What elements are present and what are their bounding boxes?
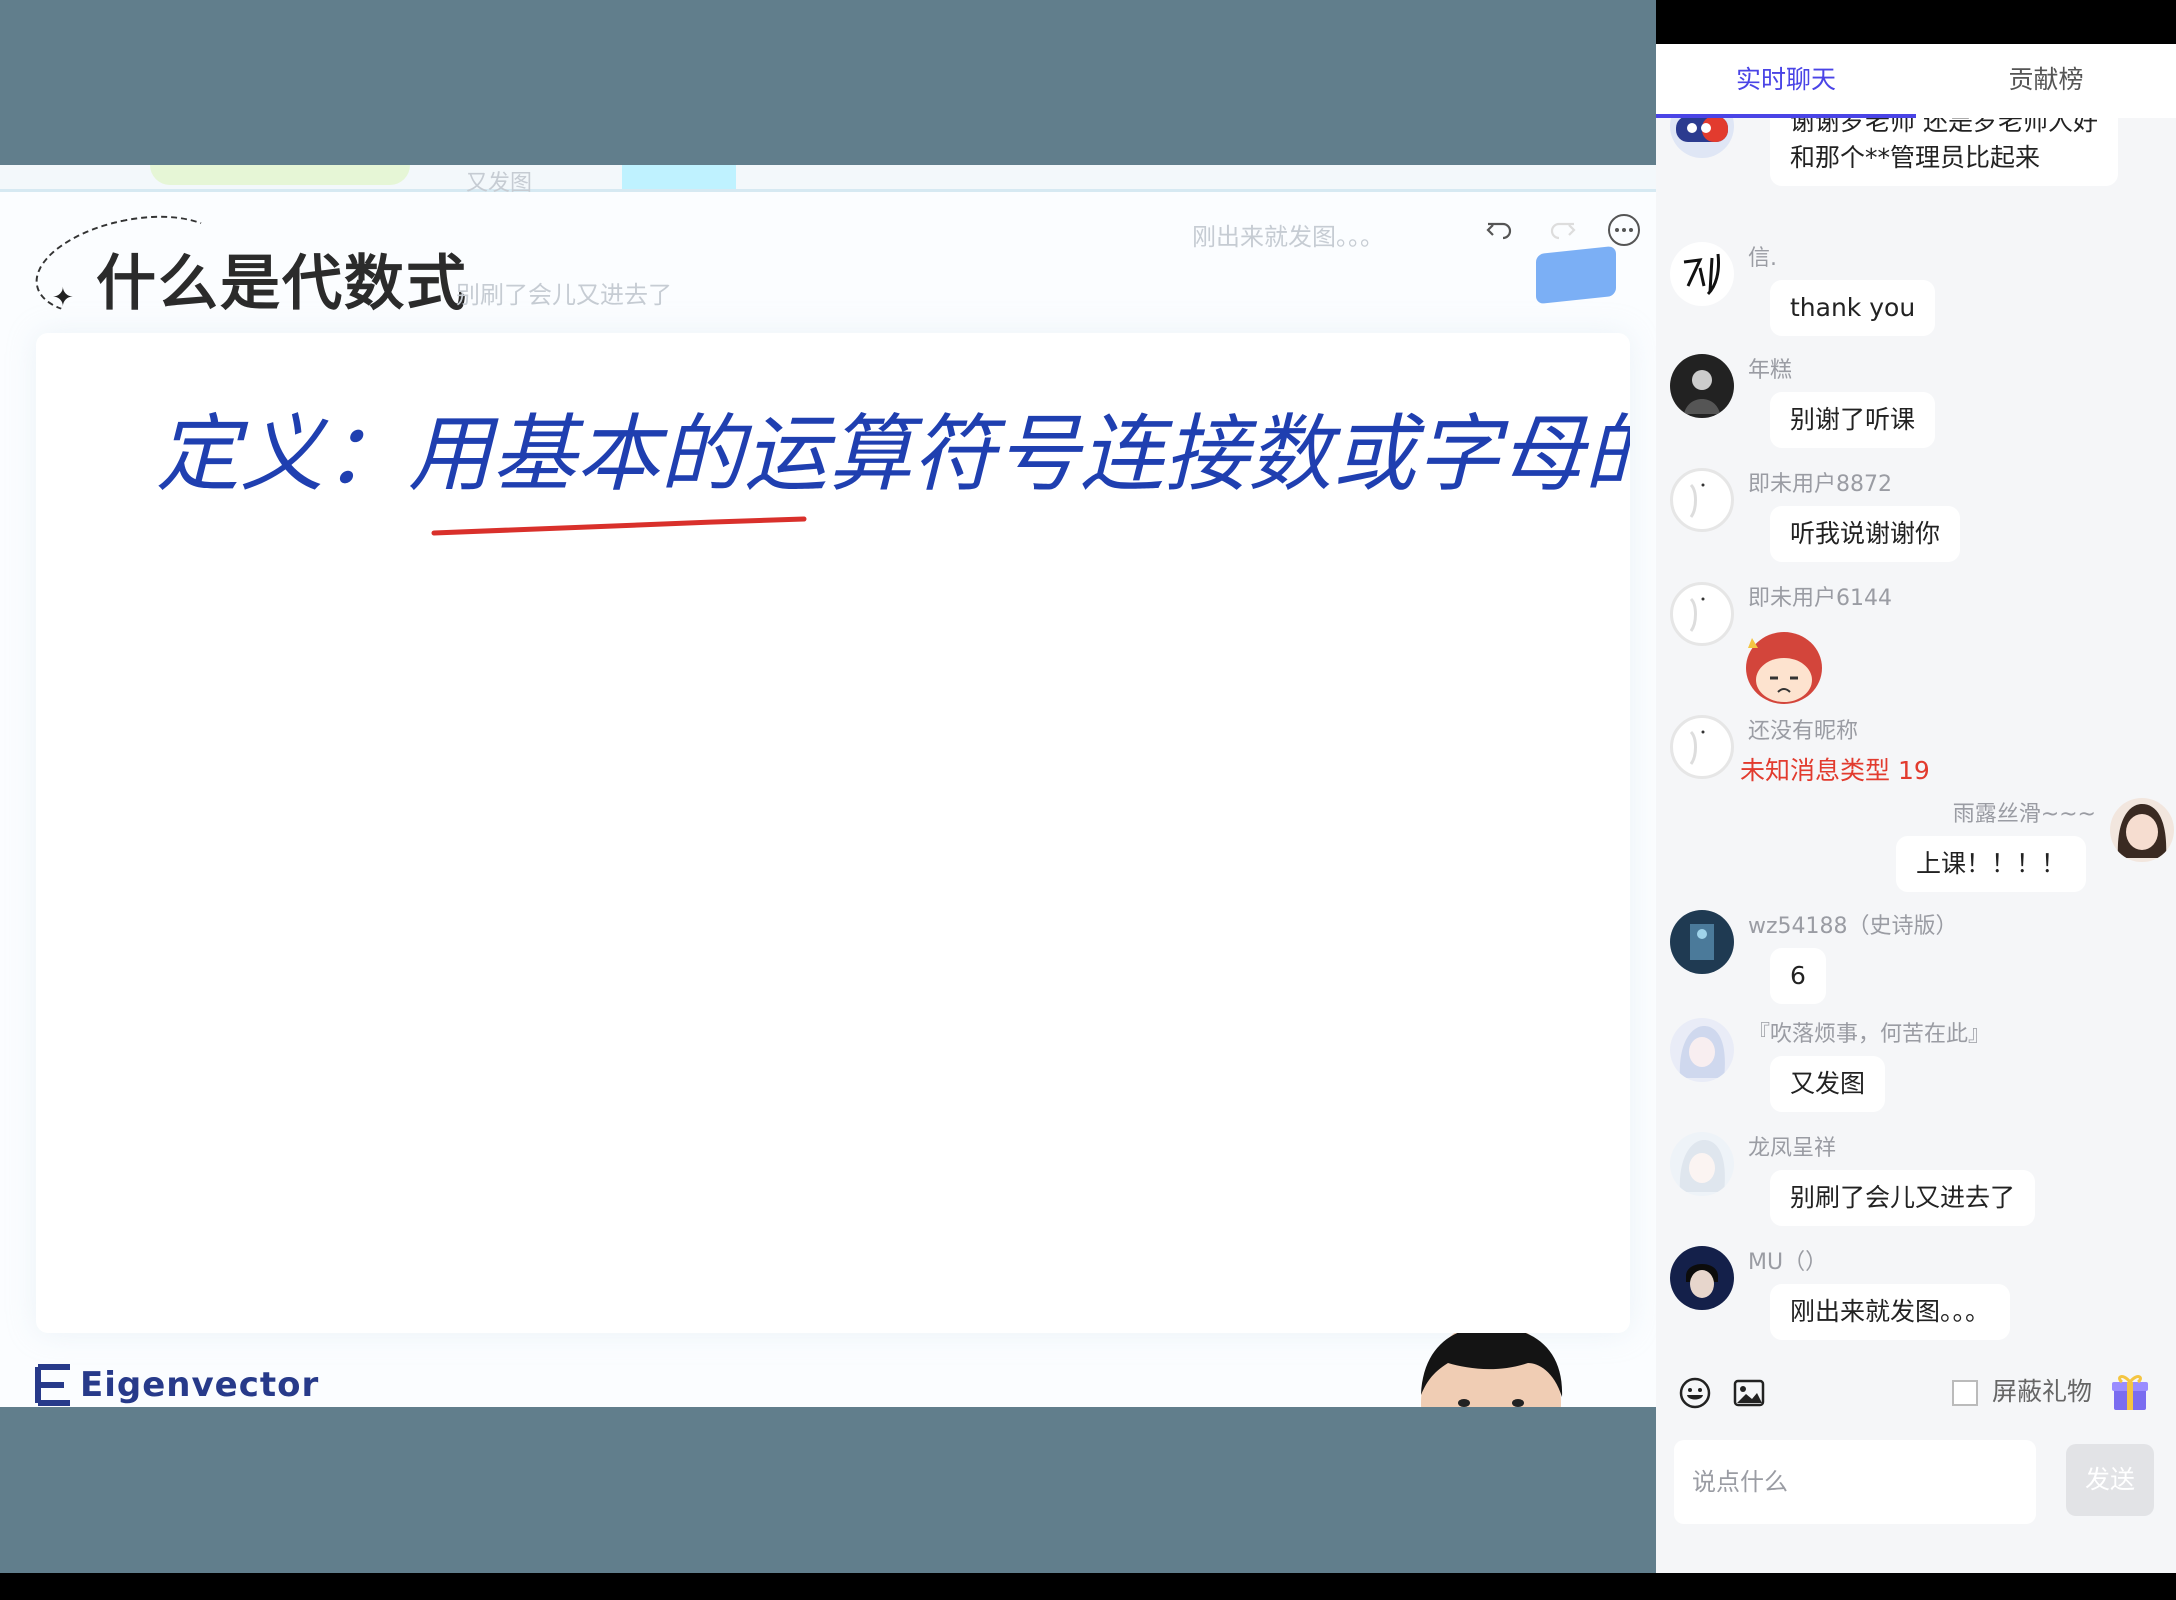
block-gifts-label: 屏蔽礼物: [1992, 1377, 2093, 1406]
emoji-button[interactable]: [1678, 1376, 1712, 1414]
avatar[interactable]: [2110, 798, 2174, 862]
red-underline: [431, 516, 807, 536]
message-bubble: 刚出来就发图。。。: [1770, 1284, 2011, 1340]
handwriting-text: 定义：用基本的运算符号连接数或字母的式子.: [156, 405, 1630, 503]
teacher-camera: [1328, 1333, 1656, 1407]
lecture-slide: 又发图 ✦ 什么是代数式 别刷了会儿又进去了 刚出来就发图。。。 定义：用基本的…: [0, 165, 1656, 1407]
chat-composer: 屏蔽礼物 发送: [1656, 1358, 2176, 1573]
logo-icon: [35, 1364, 70, 1406]
username: wz54188（史诗版）: [1748, 914, 1958, 939]
ghost-danmaku: 刚出来就发图。。。: [1192, 223, 1384, 251]
message-bubble: 别谢了听课: [1770, 392, 1936, 448]
message-bubble: 上课！！！！: [1895, 836, 2086, 892]
tab-contribution-rank[interactable]: 贡献榜: [1916, 44, 2176, 118]
message-bubble: 谢谢罗老师 还是罗老师人好 和那个**管理员比起来: [1770, 118, 2118, 186]
avatar[interactable]: [1670, 354, 1734, 418]
avatar[interactable]: [1670, 715, 1734, 779]
tab-live-chat[interactable]: 实时聊天: [1656, 44, 1916, 118]
bottom-bar: [0, 1573, 2176, 1600]
avatar[interactable]: [1670, 242, 1734, 306]
ghost-danmaku: 又发图: [466, 171, 533, 196]
username: 还没有昵称: [1748, 719, 1859, 744]
sparkle-icon: ✦: [52, 283, 74, 313]
redo-icon: [1550, 222, 1576, 240]
slide-title: 什么是代数式: [96, 249, 468, 319]
username: MU（）: [1748, 1250, 1828, 1275]
more-button[interactable]: [1602, 208, 1646, 252]
avatar[interactable]: [1670, 1246, 1734, 1310]
avatar[interactable]: [1670, 1018, 1734, 1082]
ghost-danmaku: 别刷了会儿又进去了: [456, 281, 672, 309]
image-icon: [1733, 1379, 1765, 1407]
username: 龙凤呈祥: [1748, 1136, 1837, 1161]
redo-button[interactable]: [1540, 208, 1584, 252]
username: 『吹落烦事，何苦在此』: [1748, 1022, 1991, 1047]
block-gifts-checkbox[interactable]: [1952, 1380, 1978, 1406]
board-toolbar: [1460, 207, 1646, 253]
message-bubble: 6: [1770, 948, 1826, 1004]
system-message: 未知消息类型 19: [1740, 756, 1930, 785]
image-button[interactable]: [1732, 1376, 1766, 1414]
avatar[interactable]: [1670, 910, 1734, 974]
gift-button[interactable]: [2108, 1370, 2152, 1418]
send-button[interactable]: 发送: [2066, 1444, 2154, 1516]
gift-icon: [2112, 1375, 2148, 1410]
strip-decoration: [622, 165, 736, 189]
undo-icon: [1486, 222, 1512, 240]
username: 雨露丝滑~~~: [1952, 802, 2096, 827]
message-list[interactable]: 谢谢罗老师 还是罗老师人好 和那个**管理员比起来 信. thank you 年…: [1656, 118, 2176, 1358]
eigenvector-logo: Eigenvector: [34, 1363, 319, 1407]
whiteboard: 定义：用基本的运算符号连接数或字母的式子.: [36, 333, 1656, 1333]
video-stage: 又发图 ✦ 什么是代数式 别刷了会儿又进去了 刚出来就发图。。。 定义：用基本的…: [0, 0, 1656, 1573]
more-icon: [1608, 214, 1640, 246]
username: 即未用户6144: [1748, 586, 1892, 611]
undo-button[interactable]: [1478, 208, 1522, 252]
slide-top-strip: [0, 165, 1656, 192]
username: 年糕: [1748, 358, 1793, 383]
avatar[interactable]: [1670, 1132, 1734, 1196]
status-bar: [1656, 0, 2176, 44]
avatar[interactable]: [1670, 118, 1734, 158]
message-bubble: 别刷了会儿又进去了: [1770, 1170, 2036, 1226]
strip-decoration: [150, 165, 410, 185]
avatar[interactable]: [1670, 582, 1734, 646]
chat-tabs: 实时聊天 贡献榜: [1656, 44, 2176, 118]
username: 信.: [1748, 246, 1777, 271]
avatar[interactable]: [1670, 468, 1734, 532]
message-bubble: 又发图: [1770, 1056, 1886, 1112]
username: 即未用户8872: [1748, 472, 1892, 497]
chat-panel: 实时聊天 贡献榜 谢谢罗老师 还是罗老师人好 和那个**管理员比起来 信. th…: [1656, 0, 2176, 1573]
message-bubble: thank you: [1770, 280, 1936, 336]
handwriting-canvas: 定义：用基本的运算符号连接数或字母的式子.: [156, 405, 1656, 536]
chat-input[interactable]: [1674, 1440, 2036, 1524]
sticker-image: [1738, 618, 1830, 710]
message-bubble: 听我说谢谢你: [1770, 506, 1961, 562]
book-icon: [1536, 245, 1616, 305]
emoji-icon: [1679, 1377, 1711, 1409]
